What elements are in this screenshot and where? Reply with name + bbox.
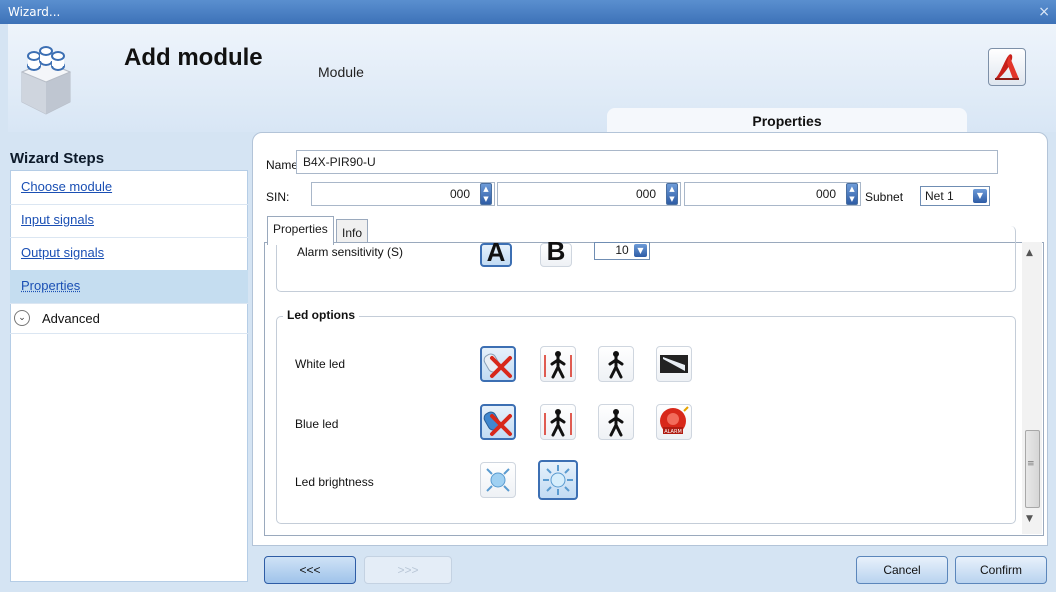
step-properties[interactable]: Properties <box>10 270 248 304</box>
alarm-a-label: A <box>486 237 506 267</box>
chevron-down-icon[interactable]: ▼ <box>634 244 647 257</box>
led-options-legend: Led options <box>283 308 359 322</box>
step-output-signals[interactable]: Output signals <box>10 237 248 271</box>
sin-value-3: 000 <box>815 187 836 201</box>
page-subtitle: Module <box>318 64 364 80</box>
person-black-icon <box>608 351 624 379</box>
tab-properties[interactable]: Properties <box>267 216 334 245</box>
close-icon[interactable]: × <box>1038 0 1050 24</box>
white-led-off-button[interactable] <box>480 346 516 382</box>
blue-led-person-red-button[interactable] <box>540 404 576 440</box>
alarm-icon-text: ALARM <box>664 429 682 435</box>
next-button[interactable]: >>> <box>364 556 452 584</box>
sin-field-2[interactable]: 000 <box>497 182 681 206</box>
white-led-label: White led <box>295 357 346 371</box>
name-field[interactable]: B4X-PIR90-U <box>296 150 998 174</box>
alarm-sensitivity-label: Alarm sensitivity (S) <box>297 245 404 259</box>
sin-2-spinner[interactable]: ▲ ▼ <box>666 183 678 205</box>
wizard-steps-title: Wizard Steps <box>10 150 105 167</box>
properties-section-tab: Properties <box>607 108 967 132</box>
step-input-signals[interactable]: Input signals <box>10 204 248 238</box>
chevron-down-icon[interactable]: ▼ <box>973 189 987 203</box>
sin-field-3[interactable]: 000 <box>684 182 861 206</box>
chevron-down-icon[interactable]: ⌄ <box>14 310 30 326</box>
led-brightness-label: Led brightness <box>295 475 374 489</box>
brightness-low-icon <box>486 468 510 492</box>
grip-icon: ≡ <box>1027 459 1035 469</box>
module-blocks-icon <box>20 46 72 115</box>
subnet-value: Net 1 <box>925 189 954 203</box>
led-off-icon <box>483 411 512 436</box>
white-led-light-button[interactable] <box>656 346 692 382</box>
page-title: Add module <box>124 44 263 71</box>
alarm-sensitivity-value: 10 <box>615 243 629 257</box>
person-red-icon <box>544 351 572 379</box>
white-led-person-red-button[interactable] <box>540 346 576 382</box>
person-black-icon <box>608 409 624 437</box>
blue-led-label: Blue led <box>295 417 339 431</box>
scroll-up-icon[interactable]: ▲ <box>1026 248 1033 258</box>
alarm-sensitivity-b-button[interactable]: B <box>540 238 572 267</box>
sin-1-spinner[interactable]: ▲ ▼ <box>480 183 492 205</box>
sin-value-1: 000 <box>449 187 470 201</box>
sin-field-1[interactable]: 000 <box>311 182 495 206</box>
window-titlebar: Wizard... <box>0 0 1056 24</box>
advanced-expander[interactable]: Advanced <box>10 304 248 334</box>
advanced-label: Advanced <box>42 311 100 326</box>
alarm-sensitivity-a-button[interactable]: A <box>480 239 512 267</box>
window-title: Wizard... <box>8 5 61 19</box>
step-choose-module[interactable]: Choose module <box>10 171 248 205</box>
pdf-export-button[interactable] <box>988 48 1026 86</box>
back-button[interactable]: <<< <box>264 556 356 584</box>
scrollbar-thumb[interactable] <box>1025 430 1040 508</box>
subnet-label: Subnet <box>865 190 904 204</box>
led-options-group <box>276 316 1016 524</box>
white-led-person-button[interactable] <box>598 346 634 382</box>
brightness-high-button[interactable] <box>538 460 578 500</box>
blue-led-person-button[interactable] <box>598 404 634 440</box>
alarm-b-label: B <box>546 236 566 266</box>
scroll-down-icon[interactable]: ▼ <box>1026 514 1033 524</box>
brightness-high-icon <box>543 465 573 495</box>
sin-value-2: 000 <box>635 187 656 201</box>
blue-led-alarm-button[interactable]: ALARM <box>656 404 692 440</box>
cancel-button[interactable]: Cancel <box>856 556 948 584</box>
pdf-export-icon <box>995 54 1019 80</box>
confirm-button[interactable]: Confirm <box>955 556 1047 584</box>
brightness-low-button[interactable] <box>480 462 516 498</box>
alarm-bell-icon: ALARM <box>660 406 689 435</box>
sin-3-spinner[interactable]: ▲ ▼ <box>846 183 858 205</box>
blue-led-off-button[interactable] <box>480 404 516 440</box>
name-value: B4X-PIR90-U <box>303 155 376 169</box>
sin-label: SIN: <box>266 190 290 204</box>
person-red-icon <box>544 409 572 437</box>
led-off-icon <box>483 353 512 378</box>
light-beam-icon <box>660 355 688 373</box>
name-label: Name <box>266 158 299 172</box>
